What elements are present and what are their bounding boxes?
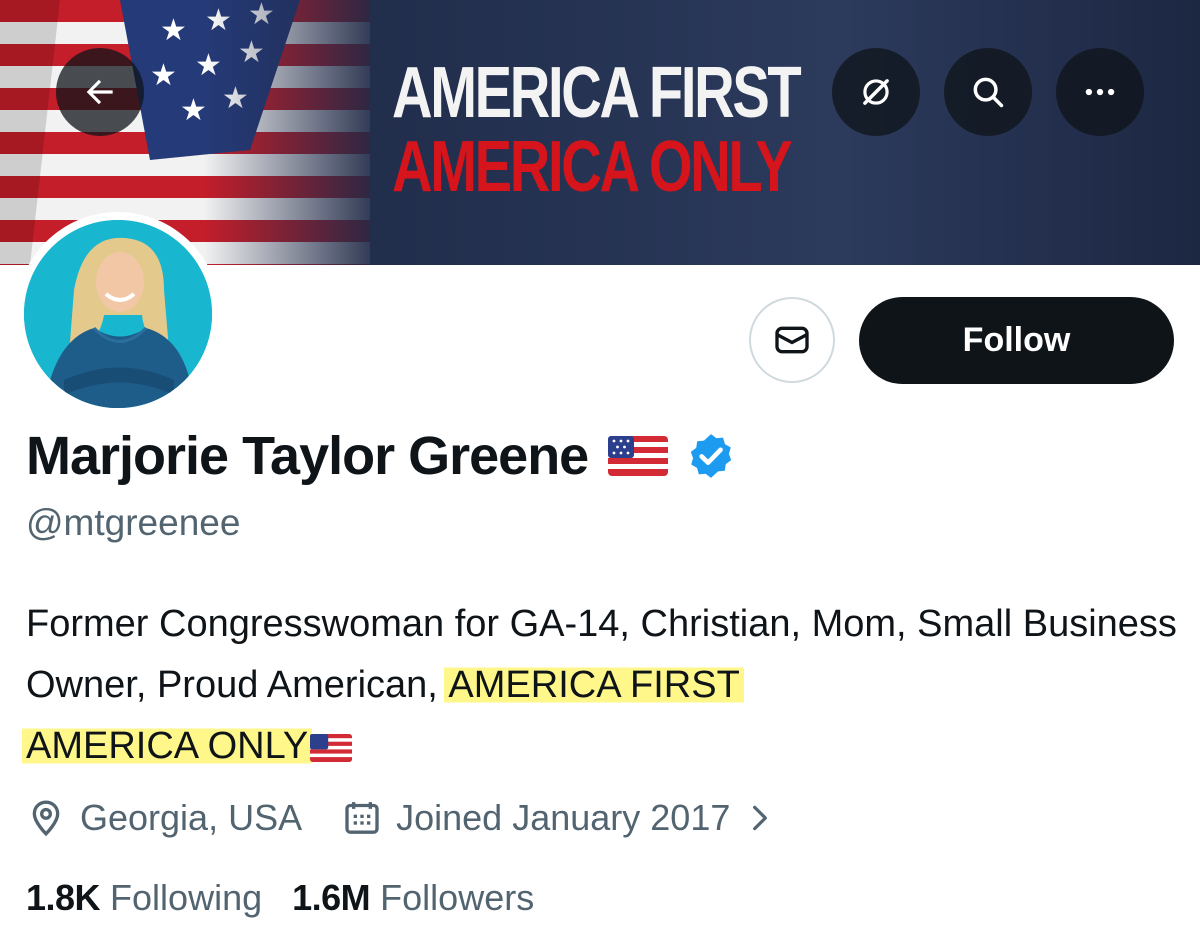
- svg-text:★: ★: [160, 13, 187, 48]
- bio-highlight-2: AMERICA ONLY: [22, 725, 313, 767]
- followers-label: Followers: [380, 877, 535, 918]
- location: Georgia, USA: [26, 797, 302, 839]
- banner-line-2: AMERICA ONLY: [392, 127, 793, 207]
- bio-highlight-1: AMERICA FIRST: [444, 664, 744, 706]
- follow-stats: 1.8K Following 1.6M Followers: [26, 870, 534, 926]
- display-name: Marjorie Taylor Greene: [26, 426, 589, 486]
- profile-bio: Former Congresswoman for GA-14, Christia…: [22, 594, 1186, 777]
- svg-text:★: ★: [238, 35, 265, 70]
- profile-avatar[interactable]: [16, 212, 220, 416]
- svg-text:★: ★: [205, 3, 232, 38]
- verified-badge-icon[interactable]: [686, 431, 736, 481]
- svg-text:★: ★: [195, 48, 222, 83]
- location-text: Georgia, USA: [80, 797, 303, 838]
- search-button[interactable]: [944, 48, 1032, 136]
- profile-banner: ★ ★ ★ ★ ★ ★ ★ ★ AMERICA FIRST AMERICA ON…: [0, 0, 1200, 265]
- search-icon: [973, 77, 1004, 108]
- following-link[interactable]: 1.8K Following: [26, 877, 262, 919]
- joined-text: Joined January 2017: [396, 797, 731, 838]
- more-button[interactable]: [1056, 48, 1144, 136]
- follow-button[interactable]: Follow: [859, 297, 1174, 384]
- us-flag-image: ★ ★ ★ ★ ★ ★ ★ ★: [0, 0, 370, 265]
- us-flag-emoji-icon: [608, 436, 669, 476]
- svg-text:★: ★: [180, 93, 207, 128]
- us-flag-emoji-icon: [310, 733, 353, 762]
- arrow-left-icon: [86, 79, 113, 105]
- location-pin-icon: [32, 800, 60, 837]
- profile-meta: Georgia, USA Joined January 2017: [26, 790, 790, 846]
- following-label: Following: [110, 877, 263, 918]
- more-icon: [1085, 88, 1115, 96]
- name-row: Marjorie Taylor Greene: [26, 420, 736, 492]
- svg-text:★: ★: [248, 0, 275, 32]
- joined-date[interactable]: Joined January 2017: [342, 797, 790, 839]
- message-button[interactable]: [749, 297, 835, 383]
- grok-icon: [863, 79, 889, 105]
- followers-link[interactable]: 1.6M Followers: [292, 877, 534, 919]
- user-handle: @mtgreenee: [26, 502, 241, 543]
- avatar-image: [24, 220, 212, 408]
- chevron-right-icon: [753, 805, 768, 831]
- calendar-icon: [345, 802, 379, 834]
- banner-line-1: AMERICA FIRST: [392, 53, 802, 133]
- svg-text:★: ★: [222, 81, 249, 116]
- svg-text:★: ★: [150, 58, 177, 93]
- back-button[interactable]: [56, 48, 144, 136]
- followers-count: 1.6M: [292, 877, 371, 918]
- envelope-icon: [775, 326, 809, 354]
- grok-button[interactable]: [832, 48, 920, 136]
- following-count: 1.8K: [26, 877, 101, 918]
